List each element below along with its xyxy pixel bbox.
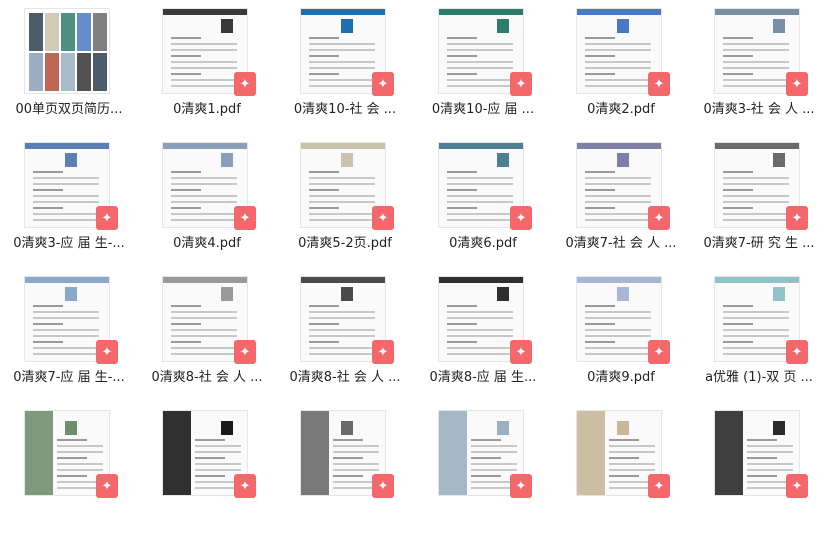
file-item[interactable]: ✦ 0清爽8-应 届 生... (414, 268, 552, 402)
file-name[interactable]: 0清爽3-应 届 生-... (0, 232, 138, 251)
file-item[interactable]: ✦ 0清爽10-社 会 ... (276, 0, 414, 134)
pdf-icon: ✦ (372, 474, 394, 498)
pdf-icon: ✦ (786, 206, 808, 230)
pdf-icon: ✦ (96, 206, 118, 230)
pdf-icon: ✦ (510, 474, 532, 498)
file-item[interactable]: ✦ 0清爽2.pdf (552, 0, 690, 134)
file-thumbnail[interactable] (24, 8, 110, 94)
pdf-icon: ✦ (648, 474, 670, 498)
file-item[interactable]: ✦ 0清爽4.pdf (138, 134, 276, 268)
file-item[interactable]: ✦ 0清爽3-社 会 人 ... (690, 0, 828, 134)
pdf-icon: ✦ (648, 72, 670, 96)
file-name[interactable]: 0清爽8-社 会 人 ... (138, 366, 276, 385)
file-item[interactable]: ✦ 0清爽7-应 届 生-... (0, 268, 138, 402)
file-name[interactable]: 0清爽8-社 会 人 ... (276, 366, 414, 385)
pdf-icon: ✦ (372, 340, 394, 364)
file-item[interactable]: 00单页双页简历... (0, 0, 138, 134)
file-name[interactable]: 0清爽9.pdf (552, 366, 690, 385)
file-grid: 00单页双页简历... ✦ 0清爽1.pdf ✦ 0清爽10-社 会 ... ✦ 0清爽10… (0, 0, 831, 504)
file-name[interactable]: 0清爽6.pdf (414, 232, 552, 251)
pdf-icon: ✦ (96, 474, 118, 498)
file-name[interactable]: 0清爽7-研 究 生 ... (690, 232, 828, 251)
pdf-icon: ✦ (234, 72, 256, 96)
pdf-icon: ✦ (648, 340, 670, 364)
file-item[interactable]: ✦ (0, 402, 138, 536)
file-name[interactable]: 0清爽10-应 届 ... (414, 98, 552, 117)
file-item[interactable]: ✦ 0清爽6.pdf (414, 134, 552, 268)
file-item[interactable]: ✦ (276, 402, 414, 536)
file-name[interactable]: 00单页双页简历... (0, 98, 138, 117)
pdf-icon: ✦ (510, 340, 532, 364)
pdf-icon: ✦ (372, 206, 394, 230)
pdf-icon: ✦ (234, 474, 256, 498)
file-item[interactable]: ✦ 0清爽5-2页.pdf (276, 134, 414, 268)
pdf-icon: ✦ (510, 206, 532, 230)
file-item[interactable]: ✦ 0清爽8-社 会 人 ... (138, 268, 276, 402)
file-name[interactable]: 0清爽8-应 届 生... (414, 366, 552, 385)
file-name[interactable]: 0清爽7-社 会 人 ... (552, 232, 690, 251)
file-item[interactable]: ✦ 0清爽7-研 究 生 ... (690, 134, 828, 268)
file-item[interactable]: ✦ 0清爽9.pdf (552, 268, 690, 402)
pdf-icon: ✦ (648, 206, 670, 230)
file-item[interactable]: ✦ 0清爽3-应 届 生-... (0, 134, 138, 268)
file-item[interactable]: ✦ (690, 402, 828, 536)
file-name[interactable]: 0清爽1.pdf (138, 98, 276, 117)
file-name[interactable]: 0清爽2.pdf (552, 98, 690, 117)
file-item[interactable]: ✦ 0清爽1.pdf (138, 0, 276, 134)
file-item[interactable]: ✦ 0清爽8-社 会 人 ... (276, 268, 414, 402)
pdf-icon: ✦ (786, 474, 808, 498)
file-name[interactable]: 0清爽10-社 会 ... (276, 98, 414, 117)
file-name[interactable]: 0清爽4.pdf (138, 232, 276, 251)
file-name[interactable]: a优雅 (1)-双 页 ... (690, 366, 828, 385)
pdf-icon: ✦ (234, 340, 256, 364)
file-item[interactable]: ✦ 0清爽10-应 届 ... (414, 0, 552, 134)
file-name[interactable]: 0清爽5-2页.pdf (276, 232, 414, 251)
file-name[interactable]: 0清爽3-社 会 人 ... (690, 98, 828, 117)
pdf-icon: ✦ (234, 206, 256, 230)
pdf-icon: ✦ (96, 340, 118, 364)
file-item[interactable]: ✦ 0清爽7-社 会 人 ... (552, 134, 690, 268)
file-item[interactable]: ✦ (414, 402, 552, 536)
pdf-icon: ✦ (786, 340, 808, 364)
file-item[interactable]: ✦ (552, 402, 690, 536)
pdf-icon: ✦ (510, 72, 532, 96)
file-item[interactable]: ✦ (138, 402, 276, 536)
pdf-icon: ✦ (786, 72, 808, 96)
pdf-icon: ✦ (372, 72, 394, 96)
file-item[interactable]: ✦ a优雅 (1)-双 页 ... (690, 268, 828, 402)
file-name[interactable]: 0清爽7-应 届 生-... (0, 366, 138, 385)
